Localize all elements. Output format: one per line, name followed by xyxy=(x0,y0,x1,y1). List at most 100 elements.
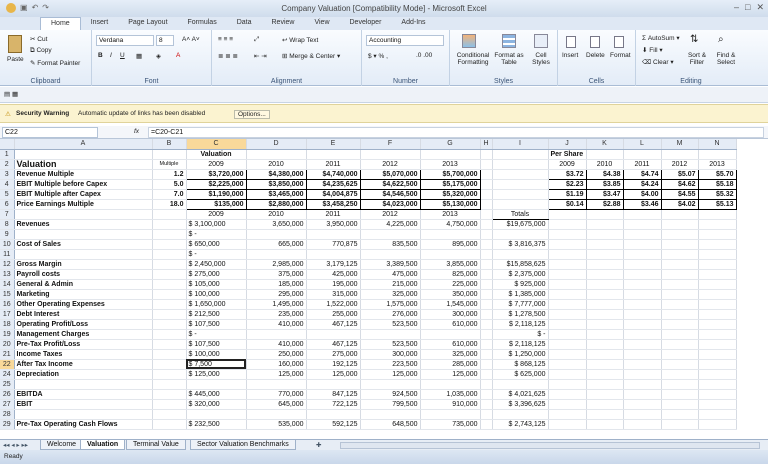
cell[interactable]: $ 868,125 xyxy=(492,359,549,370)
cell[interactable] xyxy=(661,229,699,240)
cell[interactable] xyxy=(480,239,493,250)
cell[interactable]: $3,465,000 xyxy=(245,188,307,200)
cell[interactable] xyxy=(480,379,493,390)
cell[interactable] xyxy=(14,229,153,240)
cell[interactable]: 770,000 xyxy=(246,389,307,400)
tab-data[interactable]: Data xyxy=(227,17,262,30)
cell[interactable] xyxy=(306,149,361,160)
cell[interactable] xyxy=(480,169,493,180)
cell[interactable]: $3.47 xyxy=(585,188,624,200)
cell[interactable] xyxy=(480,289,493,300)
cell[interactable] xyxy=(661,379,699,390)
row-header[interactable]: 9 xyxy=(0,229,15,240)
col-header-g[interactable]: G xyxy=(420,139,481,150)
cell[interactable] xyxy=(152,149,187,160)
row-header[interactable]: 29 xyxy=(0,419,15,430)
cell[interactable]: 2010 xyxy=(246,209,307,220)
cell[interactable] xyxy=(152,369,187,380)
cell[interactable]: 235,000 xyxy=(246,309,307,320)
cell[interactable]: 295,000 xyxy=(246,289,307,300)
col-header-d[interactable]: D xyxy=(246,139,307,150)
cell[interactable] xyxy=(661,319,699,330)
cell[interactable] xyxy=(480,419,493,430)
col-header-l[interactable]: L xyxy=(623,139,662,150)
cell[interactable]: 1,545,000 xyxy=(420,299,481,310)
cell[interactable]: 2012 xyxy=(360,159,421,170)
cell[interactable]: 425,000 xyxy=(306,269,361,280)
cell[interactable] xyxy=(623,419,662,430)
tab-home[interactable]: Home xyxy=(40,17,81,30)
cell[interactable]: $4.24 xyxy=(622,178,662,190)
cell[interactable]: 910,000 xyxy=(420,399,481,410)
cell[interactable]: 924,500 xyxy=(360,389,421,400)
cell[interactable] xyxy=(480,259,493,270)
row-header[interactable]: 7 xyxy=(0,209,15,220)
cell[interactable] xyxy=(306,249,361,260)
cell[interactable] xyxy=(548,319,587,330)
cell[interactable]: 350,000 xyxy=(420,289,481,300)
cell[interactable] xyxy=(14,379,153,390)
cell[interactable] xyxy=(698,419,737,430)
cell[interactable] xyxy=(420,149,481,160)
row-header[interactable]: 16 xyxy=(0,299,15,310)
merge-center-button[interactable]: ⊞ Merge & Center ▾ xyxy=(282,52,340,60)
cell[interactable] xyxy=(480,179,493,190)
cell[interactable]: 325,000 xyxy=(360,289,421,300)
cell[interactable]: $5.32 xyxy=(697,188,737,200)
cell[interactable]: Cost of Sales xyxy=(14,239,153,250)
cell[interactable] xyxy=(360,149,421,160)
cell[interactable]: 125,000 xyxy=(420,369,481,380)
number-format-select[interactable]: Accounting xyxy=(366,35,444,46)
cell[interactable] xyxy=(623,409,662,420)
cell[interactable]: $5.70 xyxy=(697,168,737,180)
cell[interactable]: Payroll costs xyxy=(14,269,153,280)
insert-button[interactable]: Insert xyxy=(562,52,578,59)
cell[interactable] xyxy=(152,309,187,320)
cell[interactable] xyxy=(586,329,624,340)
cell[interactable]: EBIT Multiple before Capex xyxy=(14,179,153,190)
row-header[interactable]: 20 xyxy=(0,339,15,350)
cell[interactable] xyxy=(186,379,247,390)
cell[interactable] xyxy=(586,389,624,400)
cell[interactable] xyxy=(586,359,624,370)
cell[interactable] xyxy=(420,329,481,340)
cell[interactable] xyxy=(661,289,699,300)
cell[interactable]: 2011 xyxy=(306,209,361,220)
col-header-h[interactable]: H xyxy=(480,139,493,150)
cell[interactable]: $ 650,000 xyxy=(186,239,247,250)
cell[interactable] xyxy=(698,339,737,350)
cell[interactable] xyxy=(306,229,361,240)
cell[interactable] xyxy=(360,379,421,390)
cell[interactable]: $ 3,816,375 xyxy=(492,239,549,250)
cell[interactable] xyxy=(480,229,493,240)
cell[interactable]: $5,175,000 xyxy=(419,178,481,190)
cell[interactable]: $ 2,118,125 xyxy=(492,319,549,330)
row-header[interactable]: 25 xyxy=(0,379,15,390)
cell[interactable]: 300,000 xyxy=(360,349,421,360)
cell[interactable] xyxy=(623,389,662,400)
cell[interactable] xyxy=(586,269,624,280)
cell[interactable]: $ 2,375,000 xyxy=(492,269,549,280)
cell[interactable] xyxy=(246,409,307,420)
cell[interactable] xyxy=(586,339,624,350)
tab-page-layout[interactable]: Page Layout xyxy=(118,17,177,30)
cell[interactable] xyxy=(623,269,662,280)
cell[interactable]: Management Charges xyxy=(14,329,153,340)
name-box[interactable]: C22 xyxy=(2,127,98,138)
cell[interactable]: Pre-Tax Profit/Loss xyxy=(14,339,153,350)
cell[interactable]: $3.46 xyxy=(622,198,662,210)
cell[interactable]: $ 125,000 xyxy=(186,369,247,380)
cell[interactable]: $ 100,000 xyxy=(186,289,247,300)
cell[interactable]: $ 2,743,125 xyxy=(492,419,549,430)
cell[interactable]: $2.88 xyxy=(585,198,624,210)
cell[interactable] xyxy=(661,399,699,410)
cell[interactable] xyxy=(548,289,587,300)
cell[interactable]: $4.00 xyxy=(622,188,662,200)
cell[interactable] xyxy=(480,309,493,320)
fx-icon[interactable]: fx xyxy=(134,128,139,135)
row-header[interactable]: 2 xyxy=(0,159,15,170)
row-header[interactable]: 15 xyxy=(0,289,15,300)
cell[interactable] xyxy=(661,389,699,400)
cell[interactable]: 825,000 xyxy=(420,269,481,280)
row-header[interactable]: 10 xyxy=(0,239,15,250)
